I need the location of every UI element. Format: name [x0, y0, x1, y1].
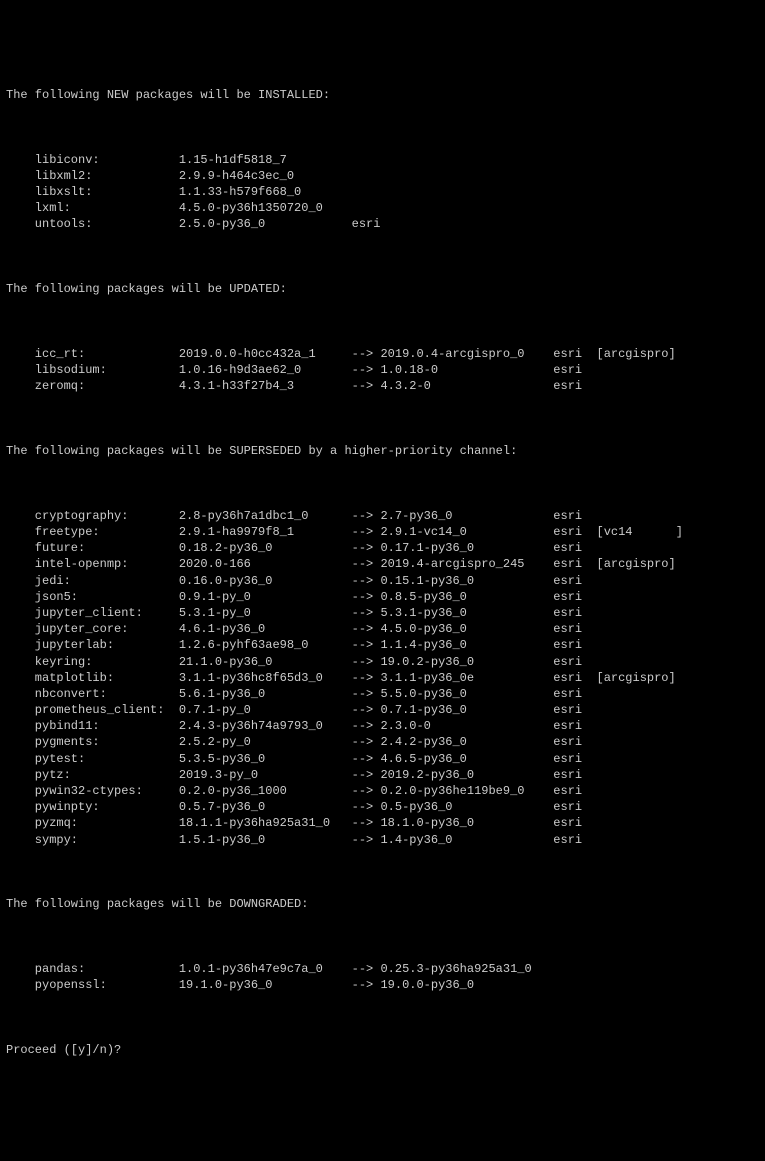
updated-header: The following packages will be UPDATED:	[6, 281, 765, 297]
package-line: libxml2: 2.9.9-h464c3ec_0	[6, 168, 765, 184]
superseded-header: The following packages will be SUPERSEDE…	[6, 443, 765, 459]
package-line: lxml: 4.5.0-py36h1350720_0	[6, 200, 765, 216]
installed-header: The following NEW packages will be INSTA…	[6, 87, 765, 103]
package-line: pyzmq: 18.1.1-py36ha925a31_0 --> 18.1.0-…	[6, 815, 765, 831]
package-line: pytz: 2019.3-py_0 --> 2019.2-py36_0 esri	[6, 767, 765, 783]
superseded-packages: cryptography: 2.8-py36h7a1dbc1_0 --> 2.7…	[6, 508, 765, 848]
package-line: jupyter_client: 5.3.1-py_0 --> 5.3.1-py3…	[6, 605, 765, 621]
package-line: jupyterlab: 1.2.6-pyhf63ae98_0 --> 1.1.4…	[6, 637, 765, 653]
downgraded-packages: pandas: 1.0.1-py36h47e9c7a_0 --> 0.25.3-…	[6, 961, 765, 993]
package-line: pygments: 2.5.2-py_0 --> 2.4.2-py36_0 es…	[6, 734, 765, 750]
package-line: nbconvert: 5.6.1-py36_0 --> 5.5.0-py36_0…	[6, 686, 765, 702]
package-line: cryptography: 2.8-py36h7a1dbc1_0 --> 2.7…	[6, 508, 765, 524]
package-line: libiconv: 1.15-h1df5818_7	[6, 152, 765, 168]
package-line: pybind11: 2.4.3-py36h74a9793_0 --> 2.3.0…	[6, 718, 765, 734]
updated-packages: icc_rt: 2019.0.0-h0cc432a_1 --> 2019.0.4…	[6, 346, 765, 395]
package-line: jupyter_core: 4.6.1-py36_0 --> 4.5.0-py3…	[6, 621, 765, 637]
package-line: sympy: 1.5.1-py36_0 --> 1.4-py36_0 esri	[6, 832, 765, 848]
installed-packages: libiconv: 1.15-h1df5818_7 libxml2: 2.9.9…	[6, 152, 765, 233]
package-line: pywin32-ctypes: 0.2.0-py36_1000 --> 0.2.…	[6, 783, 765, 799]
package-line: keyring: 21.1.0-py36_0 --> 19.0.2-py36_0…	[6, 654, 765, 670]
package-line: jedi: 0.16.0-py36_0 --> 0.15.1-py36_0 es…	[6, 573, 765, 589]
package-line: zeromq: 4.3.1-h33f27b4_3 --> 4.3.2-0 esr…	[6, 378, 765, 394]
downgraded-header: The following packages will be DOWNGRADE…	[6, 896, 765, 912]
terminal-output: The following NEW packages will be INSTA…	[6, 71, 765, 1075]
package-line: json5: 0.9.1-py_0 --> 0.8.5-py36_0 esri	[6, 589, 765, 605]
package-line: icc_rt: 2019.0.0-h0cc432a_1 --> 2019.0.4…	[6, 346, 765, 362]
package-line: pywinpty: 0.5.7-py36_0 --> 0.5-py36_0 es…	[6, 799, 765, 815]
package-line: pyopenssl: 19.1.0-py36_0 --> 19.0.0-py36…	[6, 977, 765, 993]
package-line: freetype: 2.9.1-ha9979f8_1 --> 2.9.1-vc1…	[6, 524, 765, 540]
package-line: libxslt: 1.1.33-h579f668_0	[6, 184, 765, 200]
proceed-prompt[interactable]: Proceed ([y]/n)?	[6, 1042, 765, 1058]
package-line: future: 0.18.2-py36_0 --> 0.17.1-py36_0 …	[6, 540, 765, 556]
package-line: libsodium: 1.0.16-h9d3ae62_0 --> 1.0.18-…	[6, 362, 765, 378]
package-line: intel-openmp: 2020.0-166 --> 2019.4-arcg…	[6, 556, 765, 572]
package-line: pytest: 5.3.5-py36_0 --> 4.6.5-py36_0 es…	[6, 751, 765, 767]
package-line: matplotlib: 3.1.1-py36hc8f65d3_0 --> 3.1…	[6, 670, 765, 686]
package-line: prometheus_client: 0.7.1-py_0 --> 0.7.1-…	[6, 702, 765, 718]
package-line: pandas: 1.0.1-py36h47e9c7a_0 --> 0.25.3-…	[6, 961, 765, 977]
package-line: untools: 2.5.0-py36_0 esri	[6, 216, 765, 232]
